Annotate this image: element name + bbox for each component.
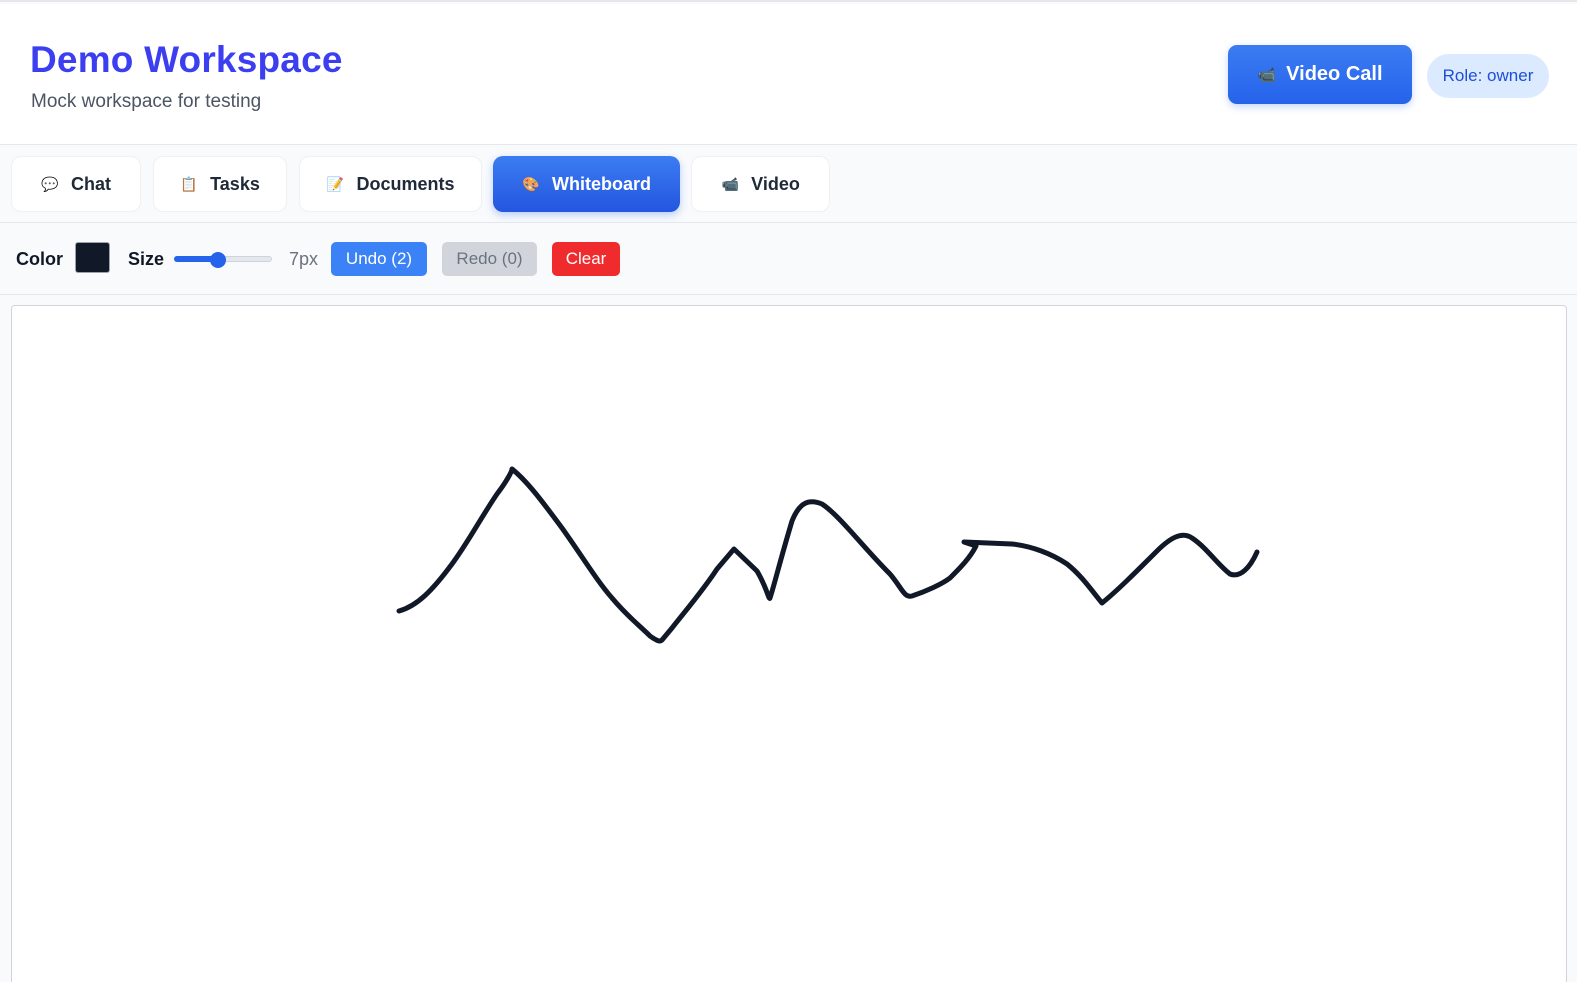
palette-icon: 🎨 <box>522 175 540 192</box>
drawing-layer <box>396 466 1260 644</box>
workspace-header: Demo Workspace Mock workspace for testin… <box>0 4 1577 145</box>
size-value: 7px <box>289 249 319 269</box>
video-camera-icon: 📹 <box>1257 66 1277 84</box>
tab-label: Tasks <box>210 173 260 194</box>
video-camera-icon: 📹 <box>721 175 739 192</box>
workspace-subtitle: Mock workspace for testing <box>31 91 262 112</box>
color-label: Color <box>16 249 63 269</box>
tab-bar: 💬 Chat 📋 Tasks 📝 Documents 🎨 Whiteboard … <box>0 145 1577 223</box>
tab-chat[interactable]: 💬 Chat <box>11 156 141 212</box>
memo-icon: 📝 <box>326 175 345 192</box>
redo-button[interactable]: Redo (0) <box>442 242 537 276</box>
video-call-label: Video Call <box>1286 63 1383 85</box>
clipboard-icon: 📋 <box>180 175 198 192</box>
tab-label: Video <box>751 173 800 194</box>
video-call-button[interactable]: 📹 Video Call <box>1228 45 1412 104</box>
color-picker[interactable] <box>75 242 110 273</box>
size-label: Size <box>128 249 165 269</box>
workspace-page: Demo Workspace Mock workspace for testin… <box>0 0 1577 982</box>
tab-label: Documents <box>356 173 455 194</box>
slider-thumb[interactable] <box>210 252 227 268</box>
tab-whiteboard[interactable]: 🎨 Whiteboard <box>493 156 680 212</box>
tab-tasks[interactable]: 📋 Tasks <box>153 156 287 212</box>
drawn-stroke <box>396 466 1260 644</box>
role-badge: Role: owner <box>1427 54 1549 98</box>
tab-label: Chat <box>71 173 111 194</box>
speech-bubble-icon: 💬 <box>41 175 59 192</box>
clear-button[interactable]: Clear <box>552 242 620 276</box>
tab-documents[interactable]: 📝 Documents <box>299 156 482 212</box>
tab-label: Whiteboard <box>552 173 651 194</box>
tab-video[interactable]: 📹 Video <box>691 156 830 212</box>
undo-button[interactable]: Undo (2) <box>331 242 427 276</box>
workspace-title: Demo Workspace <box>30 39 343 80</box>
whiteboard-canvas[interactable] <box>11 305 1567 982</box>
size-slider[interactable] <box>174 252 272 268</box>
